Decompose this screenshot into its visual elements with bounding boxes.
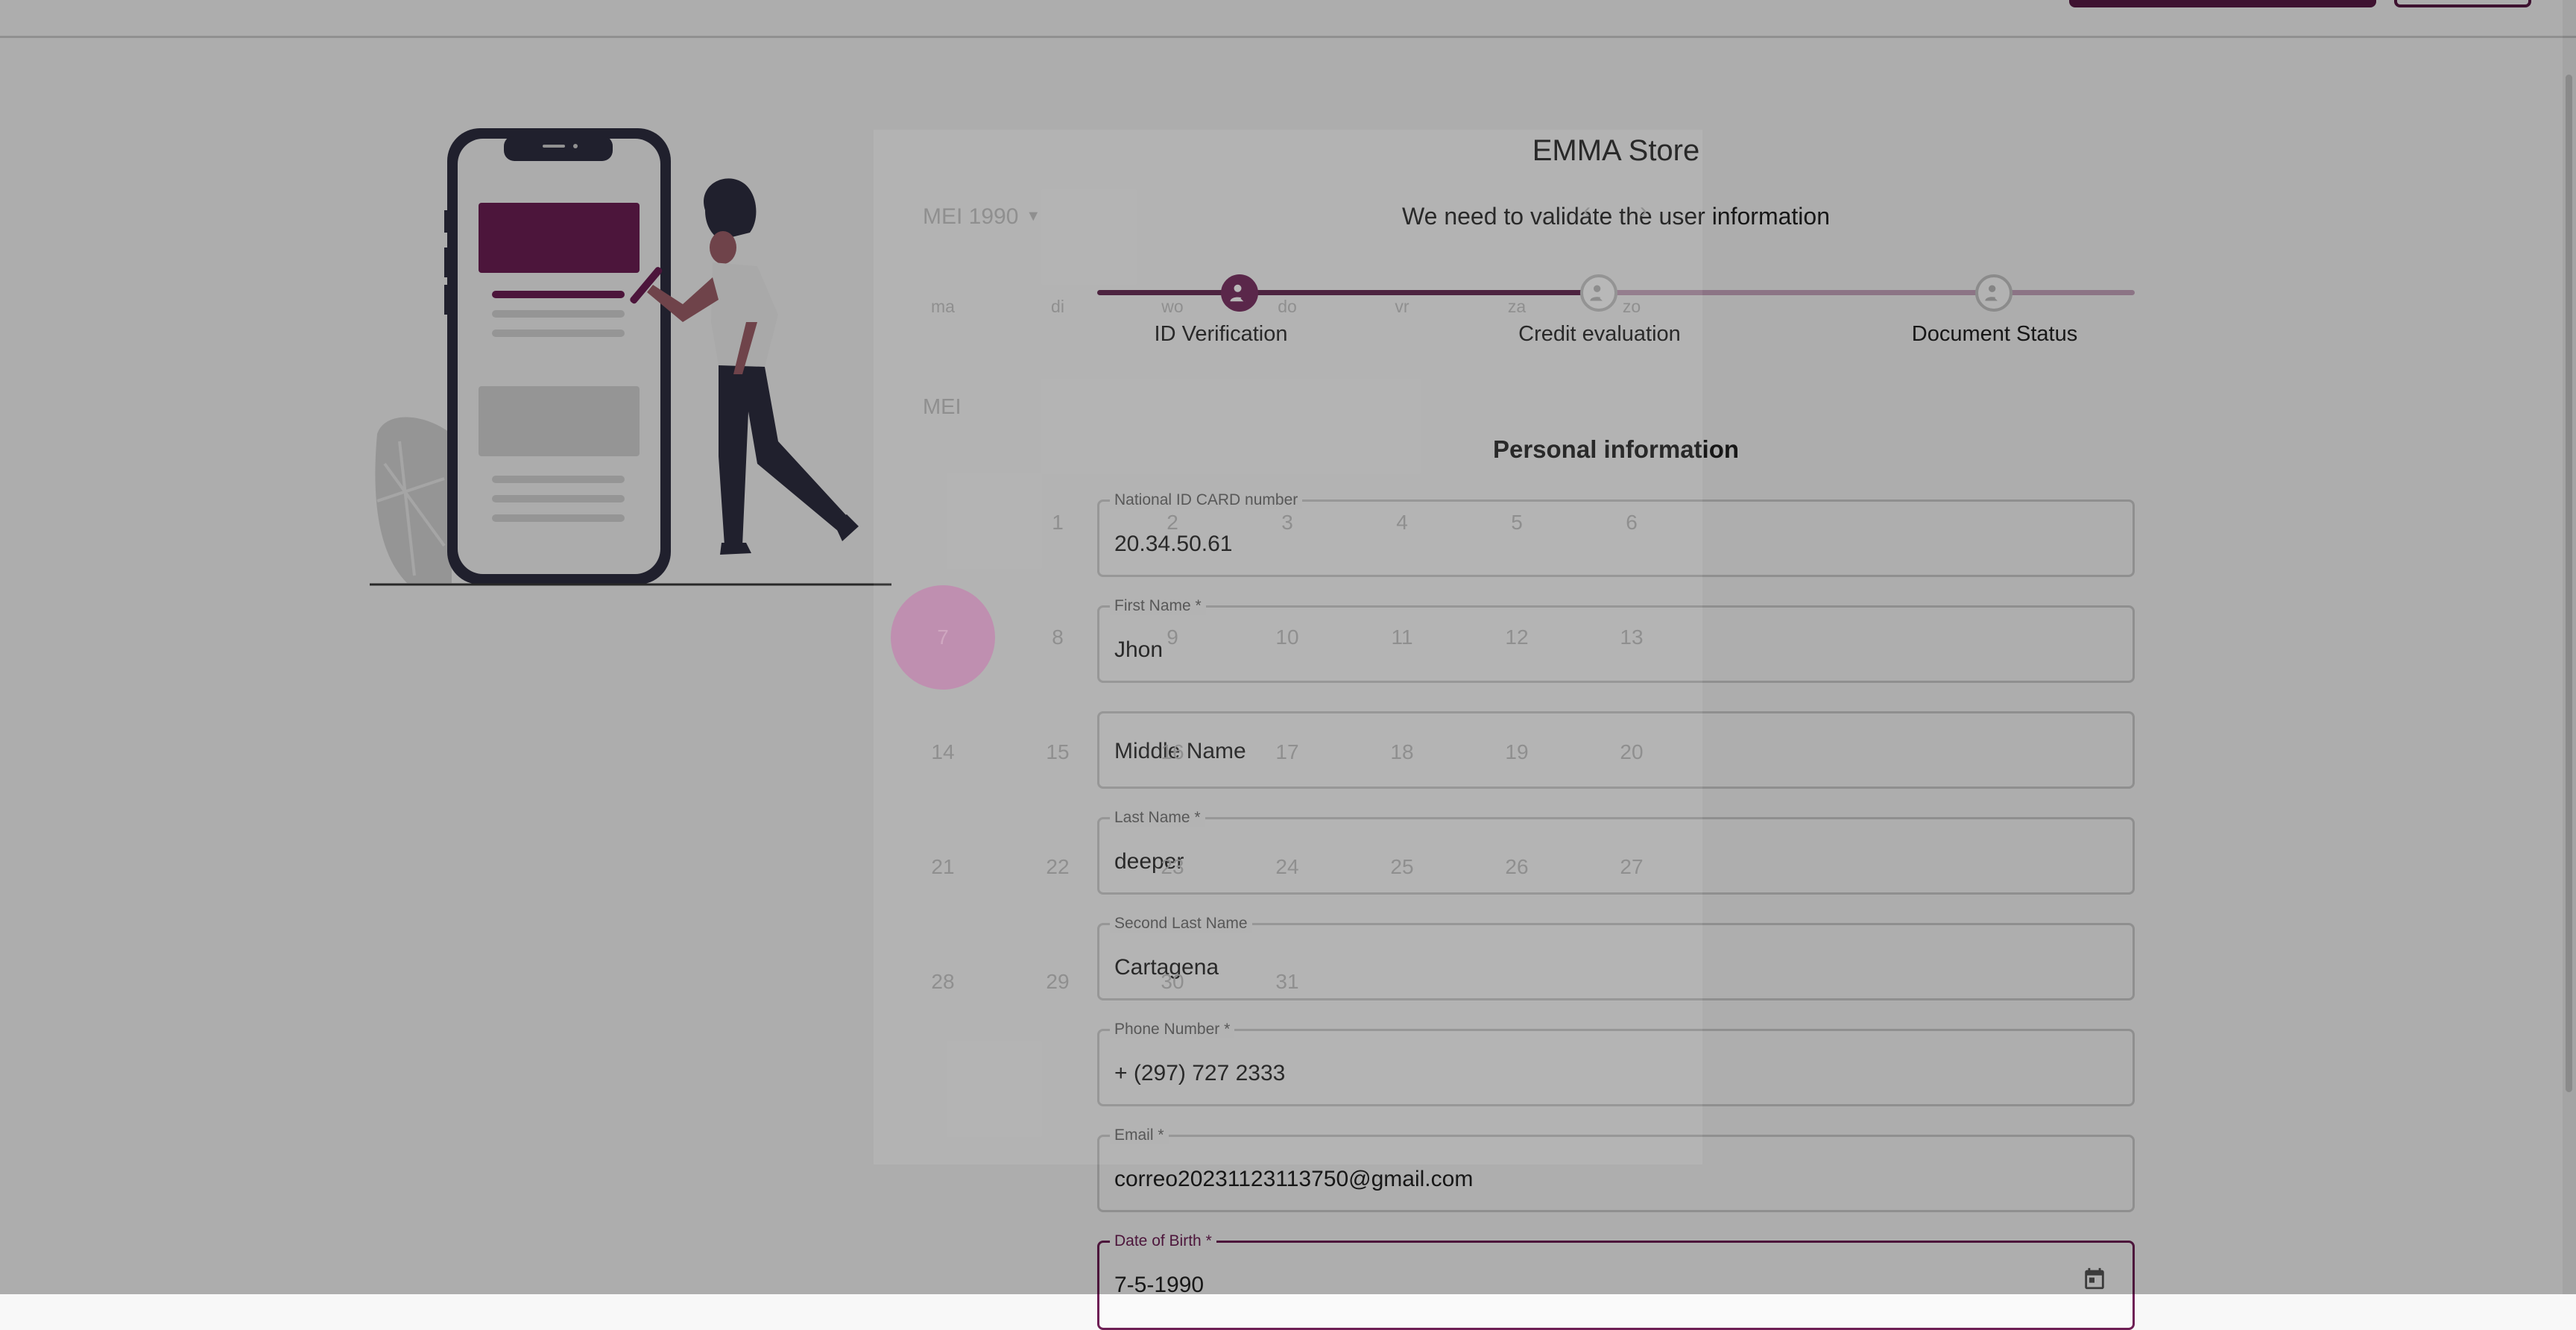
calendar-day[interactable]: 29: [1022, 946, 1093, 1018]
chevron-down-icon: ▼: [1026, 208, 1041, 224]
calendar-day[interactable]: 19: [1481, 716, 1553, 788]
calendar-day[interactable]: 5: [1481, 487, 1553, 558]
calendar-day[interactable]: 28: [907, 946, 979, 1018]
date-picker-dialog: MEI 1990 ▼ ‹ › ma di wo do vr za zo MEI 1…: [874, 130, 1702, 1164]
calendar-day[interactable]: 18: [1366, 716, 1438, 788]
month-year-switcher[interactable]: MEI 1990 ▼: [923, 204, 1041, 230]
calendar-day-selected[interactable]: 7: [891, 585, 995, 690]
scrollbar-thumb[interactable]: [2566, 75, 2572, 1092]
calendar-day[interactable]: 16: [1137, 716, 1208, 788]
weekday-label: zo: [1622, 297, 1641, 316]
weekday-label: di: [1051, 297, 1064, 316]
weekday-label: do: [1278, 297, 1297, 316]
next-month-button[interactable]: ›: [1640, 198, 1647, 224]
calendar-day[interactable]: 27: [1596, 831, 1667, 903]
calendar-day[interactable]: 22: [1022, 831, 1093, 903]
calendar-day[interactable]: 4: [1366, 487, 1438, 558]
calendar-day[interactable]: 3: [1251, 487, 1323, 558]
weekday-label: vr: [1395, 297, 1409, 316]
calendar-day[interactable]: 10: [1251, 602, 1323, 673]
previous-month-button[interactable]: ‹: [1583, 198, 1591, 224]
weekday-label: wo: [1161, 297, 1184, 316]
calendar-day[interactable]: 12: [1481, 602, 1553, 673]
calendar-day[interactable]: 13: [1596, 602, 1667, 673]
calendar-day[interactable]: 30: [1137, 946, 1208, 1018]
calendar-day[interactable]: 1: [1022, 487, 1093, 558]
calendar-day[interactable]: 17: [1251, 716, 1323, 788]
calendar-day[interactable]: 20: [1596, 716, 1667, 788]
calendar-day[interactable]: 23: [1137, 831, 1208, 903]
calendar-day[interactable]: 31: [1251, 946, 1323, 1018]
month-section-label: MEI: [923, 395, 962, 419]
calendar-day[interactable]: 15: [1022, 716, 1093, 788]
calendar-day[interactable]: 24: [1251, 831, 1323, 903]
calendar-day[interactable]: 14: [907, 716, 979, 788]
calendar-day[interactable]: 26: [1481, 831, 1553, 903]
calendar-day[interactable]: 11: [1366, 602, 1438, 673]
calendar-day[interactable]: 21: [907, 831, 979, 903]
page-scrollbar[interactable]: [2563, 0, 2576, 1294]
calendar-day[interactable]: 6: [1596, 487, 1667, 558]
calendar-day[interactable]: 2: [1137, 487, 1208, 558]
calendar-day[interactable]: 8: [1022, 602, 1093, 673]
calendar-day[interactable]: 25: [1366, 831, 1438, 903]
weekday-label: ma: [931, 297, 955, 316]
calendar-day[interactable]: 9: [1137, 602, 1208, 673]
weekday-label: za: [1507, 297, 1527, 316]
